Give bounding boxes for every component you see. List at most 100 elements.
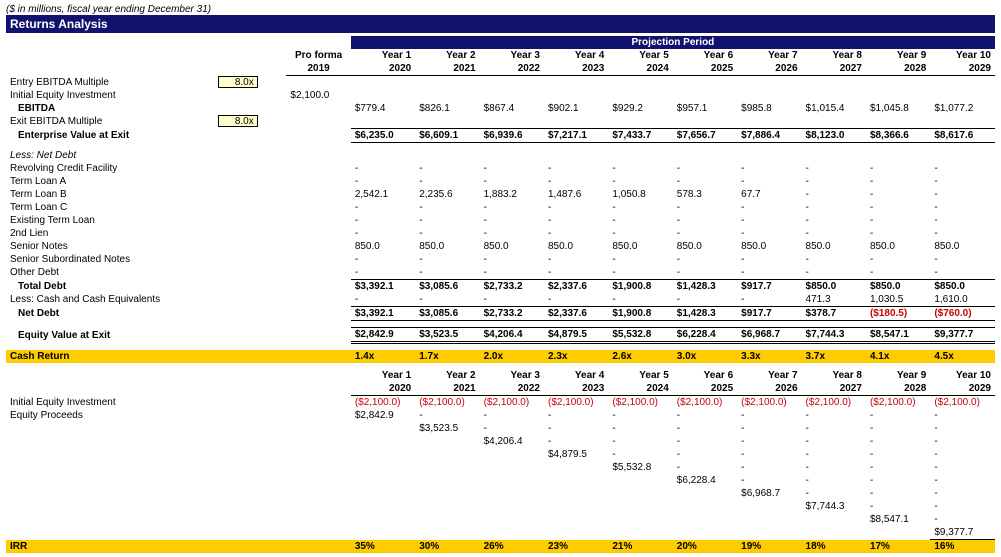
col-year1-name: Year 1 <box>351 49 415 62</box>
section-title-bar: Returns Analysis <box>6 15 995 33</box>
ev-exit-y1: $6,235.0 <box>351 129 415 143</box>
ebitda-y9: $1,045.8 <box>866 102 930 115</box>
row-eq-proceeds-5: $5,532.8----- <box>6 461 995 474</box>
row-exit-multiple: Exit EBITDA Multiple 8.0x <box>6 115 995 129</box>
row-net-debt: Net Debt $3,392.1$3,085.6$2,733.2$2,337.… <box>6 307 995 321</box>
netdebt-label: Net Debt <box>6 307 214 321</box>
irr-label: IRR <box>6 540 214 554</box>
row-eq-proceeds-3: $4,206.4------- <box>6 435 995 448</box>
ev-exit-label: Enterprise Value at Exit <box>6 129 214 143</box>
row-entry-multiple: Entry EBITDA Multiple 8.0x <box>6 76 995 90</box>
ebitda-y3: $867.4 <box>480 102 544 115</box>
ev-exit-y5: $7,433.7 <box>608 129 672 143</box>
cashreturn-label: Cash Return <box>6 350 214 363</box>
exit-multiple-input[interactable]: 8.0x <box>218 115 258 127</box>
ev-exit-y4: $7,217.1 <box>544 129 608 143</box>
totdebt-label: Total Debt <box>6 280 214 294</box>
ebitda-y7: $985.8 <box>737 102 801 115</box>
ev-exit-y6: $7,656.7 <box>673 129 737 143</box>
col-year9-name: Year 9 <box>866 49 930 62</box>
col-year2-name: Year 2 <box>415 49 479 62</box>
ev-exit-y8: $8,123.0 <box>802 129 866 143</box>
eqexit-label: Equity Value at Exit <box>6 328 214 343</box>
col-year5-year: 2024 <box>608 62 672 76</box>
ebitda-y8: $1,015.4 <box>802 102 866 115</box>
entry-multiple-input[interactable]: 8.0x <box>218 76 258 88</box>
col-year7-name: Year 7 <box>737 49 801 62</box>
eqproceeds-label: Equity Proceeds <box>6 409 214 422</box>
sec2-year-name-row: Year 1Year 2Year 3Year 4Year 5Year 6Year… <box>6 369 995 382</box>
ebitda-y6: $957.1 <box>673 102 737 115</box>
row-sec2-initeq: Initial Equity Investment ($2,100.0)($2,… <box>6 396 995 410</box>
col-year7-year: 2026 <box>737 62 801 76</box>
proforma-head-2: 2019 <box>286 62 350 76</box>
row-revolver: Revolving Credit Facility---------- <box>6 162 995 175</box>
year-number-row: 2019 2020 2021 2022 2023 2024 2025 2026 … <box>6 62 995 76</box>
col-year1-year: 2020 <box>351 62 415 76</box>
row-ev-exit: Enterprise Value at Exit $6,235.0 $6,609… <box>6 129 995 143</box>
initial-equity-value: $2,100.0 <box>286 89 350 102</box>
ev-exit-y9: $8,366.6 <box>866 129 930 143</box>
row-eq-proceeds-9: $8,547.1- <box>6 513 995 526</box>
sec2-initeq-label: Initial Equity Investment <box>6 396 214 410</box>
row-eq-proceeds-1: Equity Proceeds$2,842.9--------- <box>6 409 995 422</box>
lesscash-label: Less: Cash and Cash Equivalents <box>6 293 214 307</box>
col-year5-name: Year 5 <box>608 49 672 62</box>
ev-exit-y10: $8,617.6 <box>930 129 995 143</box>
row-initial-equity-investment: Initial Equity Investment $2,100.0 <box>6 89 995 102</box>
row-other-debt: Other Debt---------- <box>6 266 995 280</box>
row-less-cash: Less: Cash and Cash Equivalents-------47… <box>6 293 995 307</box>
col-year2-year: 2021 <box>415 62 479 76</box>
otherdebt-label: Other Debt <box>6 266 214 280</box>
less-net-debt-label: Less: Net Debt <box>6 149 214 162</box>
row-senior-sub-notes: Senior Subordinated Notes---------- <box>6 253 995 266</box>
row-eq-proceeds-6: $6,228.4---- <box>6 474 995 487</box>
col-year6-year: 2025 <box>673 62 737 76</box>
revolver-label: Revolving Credit Facility <box>6 162 214 175</box>
srsub-label: Senior Subordinated Notes <box>6 253 214 266</box>
initial-equity-label: Initial Equity Investment <box>6 89 214 102</box>
col-year8-name: Year 8 <box>802 49 866 62</box>
row-tl-a: Term Loan A---------- <box>6 175 995 188</box>
ebitda-y10: $1,077.2 <box>930 102 995 115</box>
sec2-year-number-row: 2020202120222023202420252026202720282029 <box>6 382 995 396</box>
projection-period-header-row: Projection Period <box>6 36 995 49</box>
col-year10-name: Year 10 <box>930 49 995 62</box>
lien2-label: 2nd Lien <box>6 227 214 240</box>
ebitda-label: EBITDA <box>6 102 214 115</box>
row-total-debt: Total Debt $3,392.1$3,085.6$2,733.2$2,33… <box>6 280 995 294</box>
ebitda-y2: $826.1 <box>415 102 479 115</box>
row-cash-return: Cash Return 1.4x1.7x2.0x2.3x2.6x3.0x3.3x… <box>6 350 995 363</box>
col-year4-name: Year 4 <box>544 49 608 62</box>
ev-exit-y7: $7,886.4 <box>737 129 801 143</box>
col-year9-year: 2028 <box>866 62 930 76</box>
tlb-label: Term Loan B <box>6 188 214 201</box>
year-name-row: Pro forma Year 1 Year 2 Year 3 Year 4 Ye… <box>6 49 995 62</box>
ev-exit-y3: $6,939.6 <box>480 129 544 143</box>
row-2nd-lien: 2nd Lien---------- <box>6 227 995 240</box>
srnotes-label: Senior Notes <box>6 240 214 253</box>
row-eq-proceeds-2: $3,523.5-------- <box>6 422 995 435</box>
tlc-label: Term Loan C <box>6 201 214 214</box>
page-subtitle: ($ in millions, fiscal year ending Decem… <box>6 4 995 15</box>
row-equity-value-exit: Equity Value at Exit $2,842.9$3,523.5$4,… <box>6 328 995 343</box>
row-eq-proceeds-10: $9,377.7 <box>6 526 995 540</box>
extl-label: Existing Term Loan <box>6 214 214 227</box>
col-year4-year: 2023 <box>544 62 608 76</box>
row-eq-proceeds-7: $6,968.7--- <box>6 487 995 500</box>
ebitda-y5: $929.2 <box>608 102 672 115</box>
exit-multiple-label: Exit EBITDA Multiple <box>6 115 214 129</box>
col-year10-year: 2029 <box>930 62 995 76</box>
row-tl-b: Term Loan B2,542.12,235.61,883.21,487.61… <box>6 188 995 201</box>
entry-multiple-label: Entry EBITDA Multiple <box>6 76 214 90</box>
col-year3-name: Year 3 <box>480 49 544 62</box>
row-existing-tl: Existing Term Loan---------- <box>6 214 995 227</box>
col-year3-year: 2022 <box>480 62 544 76</box>
col-year6-name: Year 6 <box>673 49 737 62</box>
row-ebitda: EBITDA $779.4 $826.1 $867.4 $902.1 $929.… <box>6 102 995 115</box>
tla-label: Term Loan A <box>6 175 214 188</box>
row-irr: IRR 35%30%26%23%21%20%19%18%17%16% <box>6 540 995 554</box>
ebitda-y1: $779.4 <box>351 102 415 115</box>
col-year8-year: 2027 <box>802 62 866 76</box>
ev-exit-y2: $6,609.1 <box>415 129 479 143</box>
